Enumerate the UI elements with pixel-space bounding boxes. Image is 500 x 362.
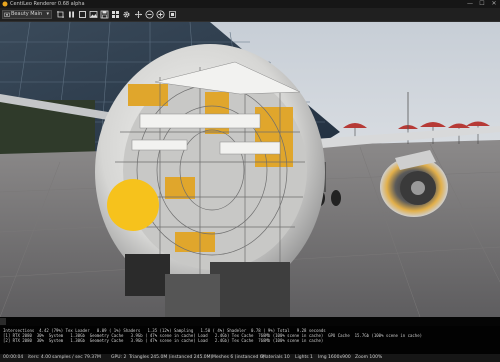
minus-circle-icon[interactable] xyxy=(145,10,154,19)
window-title: CentiLeo Renderer 0.68 alpha xyxy=(10,1,85,7)
scroll-handle[interactable] xyxy=(0,318,6,325)
title-bar: CentiLeo Renderer 0.68 alpha — ☐ ✕ xyxy=(0,0,500,8)
fit-icon[interactable] xyxy=(168,10,177,19)
status-iters: iters: 4.00 xyxy=(28,355,51,360)
minimize-button[interactable]: — xyxy=(464,0,476,8)
plus-circle-icon[interactable] xyxy=(156,10,165,19)
render-viewport[interactable] xyxy=(0,22,500,317)
viewport-scroll-track[interactable] xyxy=(0,317,500,326)
render-image xyxy=(0,22,500,317)
status-meshes: Meshes 6 (instanced 6) xyxy=(212,355,265,360)
grid-icon[interactable] xyxy=(111,10,120,19)
camera-icon xyxy=(4,12,10,17)
toolbar: Beauty Main ▾ xyxy=(0,8,500,22)
gear-icon[interactable] xyxy=(122,10,131,19)
status-zoom: Zoom 100% xyxy=(355,355,383,360)
status-time: 00:00:04 xyxy=(3,355,24,360)
status-gpu: GPU: 2 xyxy=(111,355,127,360)
status-triangles: Triangles 245.0M (instanced 245.0M) xyxy=(129,355,213,360)
stop-icon[interactable] xyxy=(78,10,87,19)
maximize-button[interactable]: ☐ xyxy=(476,0,488,8)
save-icon[interactable] xyxy=(100,10,109,19)
status-lights: Lights 1 xyxy=(295,355,313,360)
status-img: Img 1600x900 xyxy=(318,355,351,360)
yellow-sphere xyxy=(107,179,159,231)
status-materials: Materials 10 xyxy=(262,355,290,360)
close-button[interactable]: ✕ xyxy=(488,0,500,8)
camera-select[interactable]: Beauty Main ▾ xyxy=(2,10,52,19)
stats-line-gpu2: [2] RTX 2080 30% System 1.30Gb Geometry … xyxy=(3,338,324,343)
chevron-down-icon: ▾ xyxy=(46,11,49,17)
status-samples: samples / sec 79.37M xyxy=(52,355,101,360)
stats-panel: Intersections 4.42 (79%) Tex Loader 0.09… xyxy=(0,326,500,354)
pause-icon[interactable] xyxy=(67,10,76,19)
status-bar: 00:00:04 iters: 4.00 samples / sec 79.37… xyxy=(0,354,500,362)
image-icon[interactable] xyxy=(89,10,98,19)
app-logo-icon xyxy=(2,1,8,7)
camera-select-value: Beauty Main xyxy=(11,11,43,17)
crop-icon[interactable] xyxy=(56,10,65,19)
arrows-icon[interactable] xyxy=(134,10,143,19)
